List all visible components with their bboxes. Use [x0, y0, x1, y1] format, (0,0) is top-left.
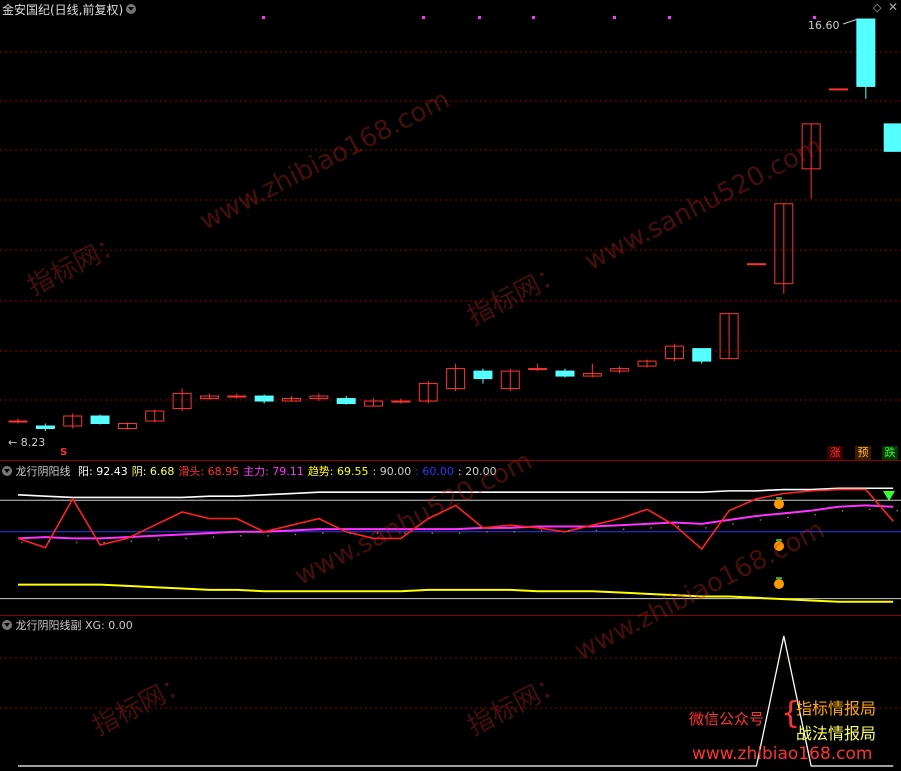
series-dot-17	[486, 531, 488, 533]
series-dot-12	[349, 532, 352, 534]
series-dot-2	[75, 541, 78, 544]
candle-body-25	[692, 348, 712, 362]
candle-body-20	[555, 370, 575, 377]
top-marker-4	[613, 16, 616, 19]
candle-body-27	[746, 263, 766, 266]
candle-body-12	[336, 398, 356, 405]
series-dot-8	[240, 535, 242, 537]
series-magenta	[17, 504, 894, 540]
series-dot-4	[130, 540, 133, 542]
orange-ball-leaf-0	[776, 497, 782, 499]
series-white	[17, 487, 894, 499]
series-dot-11	[322, 532, 324, 534]
candle-body-17	[473, 370, 493, 380]
tag-die[interactable]: 跌	[882, 446, 898, 460]
buy-marker: S	[60, 447, 68, 458]
series-dot-21	[595, 529, 598, 532]
sell-triangle-icon	[883, 491, 895, 501]
series-dot-7	[212, 536, 215, 538]
max-price-pointer	[842, 18, 859, 25]
series-dot-32	[896, 509, 898, 512]
series-dot-6	[185, 537, 187, 540]
top-marker-0	[262, 16, 265, 19]
candle-body-30	[829, 88, 848, 91]
series-dot-10	[294, 533, 297, 536]
series-dot-19	[540, 529, 543, 532]
top-marker-3	[532, 16, 535, 19]
orange-ball-icon-2	[774, 579, 784, 589]
candle-body-19	[528, 368, 548, 371]
min-price-label: ← 8.23	[8, 436, 46, 449]
series-dot-3	[103, 541, 105, 544]
series-yellow	[18, 583, 894, 603]
tag-zhang[interactable]: 涨	[827, 446, 843, 460]
candle-body-3	[90, 415, 110, 425]
candle-body-0	[8, 420, 28, 423]
promo-line1: 指标情报局	[796, 699, 877, 718]
tag-yu[interactable]: 预	[855, 446, 871, 460]
candle-body-1	[35, 425, 55, 430]
candle-body-14	[391, 400, 411, 403]
series-dot-31	[869, 508, 871, 511]
candle-body-9	[254, 395, 274, 402]
series-dot-5	[157, 538, 160, 541]
orange-ball-leaf-2	[776, 577, 782, 579]
series-dot-22	[622, 528, 625, 530]
series-dot-15	[431, 532, 434, 534]
series-dot-28	[787, 516, 789, 519]
promo-url: www.zhibiao168.com	[692, 744, 873, 764]
orange-ball-icon-0	[774, 499, 784, 509]
series-dot-25	[704, 527, 707, 529]
max-price-label: 16.60	[808, 19, 840, 32]
top-marker-5	[668, 16, 671, 19]
series-dot-16	[458, 532, 461, 534]
orange-ball-leaf-1	[776, 539, 782, 541]
series-dot-27	[759, 519, 762, 521]
series-dot-13	[376, 532, 379, 534]
orange-ball-icon-1	[774, 541, 784, 551]
series-dot-0	[21, 541, 23, 544]
series-dot-20	[568, 529, 570, 532]
series-dot-26	[732, 523, 734, 525]
candle-body-8	[227, 395, 247, 398]
candle-body-32	[883, 123, 901, 152]
series-dot-29	[814, 513, 816, 516]
series-dot-1	[48, 540, 51, 542]
top-marker-1	[422, 16, 425, 19]
promo-wechat: 微信公众号	[689, 710, 765, 728]
series-dot-30	[841, 509, 844, 512]
candlestick-chart[interactable]	[0, 0, 901, 460]
candle-body-31	[856, 18, 876, 87]
top-marker-2	[478, 16, 481, 19]
series-dot-18	[513, 531, 516, 533]
min-price-value: 8.23	[20, 436, 46, 449]
series-dot-9	[267, 535, 269, 537]
indicator1-chart[interactable]	[0, 461, 901, 615]
series-dot-14	[404, 532, 406, 534]
series-red	[17, 488, 894, 551]
promo-line2: 战法情报局	[796, 724, 877, 743]
series-dot-24	[677, 525, 680, 528]
series-dot-23	[650, 527, 652, 529]
